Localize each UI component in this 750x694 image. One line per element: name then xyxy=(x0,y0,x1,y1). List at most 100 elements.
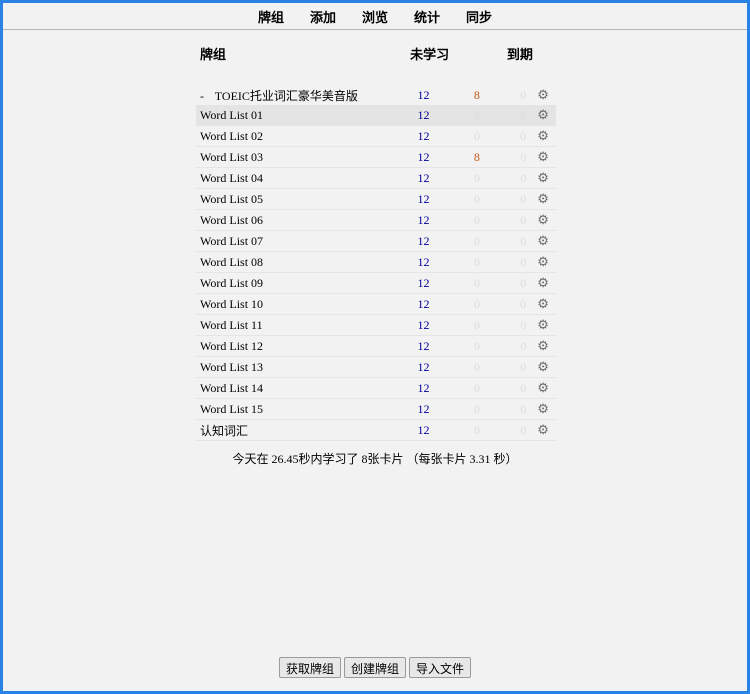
deck-options-button[interactable]: ⚙ xyxy=(530,314,556,336)
gear-icon[interactable]: ⚙ xyxy=(537,422,549,437)
deck-name-cell: Word List 10 xyxy=(196,293,376,315)
deck-name-link[interactable]: Word List 13 xyxy=(200,360,263,374)
deck-row[interactable]: Word List 13 12 0 0 ⚙ xyxy=(196,356,556,378)
deck-name-link[interactable]: Word List 06 xyxy=(200,213,263,227)
deck-options-button[interactable]: ⚙ xyxy=(530,356,556,378)
gear-icon[interactable]: ⚙ xyxy=(537,296,549,311)
deck-row[interactable]: Word List 10 12 0 0 ⚙ xyxy=(196,293,556,315)
gear-icon[interactable]: ⚙ xyxy=(537,128,549,143)
deck-name-link[interactable]: Word List 09 xyxy=(200,276,263,290)
due-count: 0 xyxy=(483,167,531,189)
deck-name-link[interactable]: 认知词汇 xyxy=(200,424,248,438)
deck-options-button[interactable]: ⚙ xyxy=(530,272,556,294)
deck-name-cell: Word List 15 xyxy=(196,398,376,420)
deck-name-link[interactable]: Word List 05 xyxy=(200,192,263,206)
deck-row[interactable]: Word List 04 12 0 0 ⚙ xyxy=(196,167,556,189)
deck-options-button[interactable]: ⚙ xyxy=(530,85,556,105)
deck-row[interactable]: Word List 09 12 0 0 ⚙ xyxy=(196,272,556,294)
deck-options-button[interactable]: ⚙ xyxy=(530,398,556,420)
gear-icon[interactable]: ⚙ xyxy=(537,401,549,416)
learning-count: 0 xyxy=(433,314,484,336)
due-count: 0 xyxy=(483,272,531,294)
deck-options-button[interactable]: ⚙ xyxy=(530,188,556,210)
deck-name-link[interactable]: Word List 01 xyxy=(200,108,263,122)
deck-name-link[interactable]: Word List 04 xyxy=(200,171,263,185)
deck-row[interactable]: Word List 01 12 0 0 ⚙ xyxy=(196,105,556,126)
new-count: 12 xyxy=(375,335,434,357)
learning-count: 8 xyxy=(473,87,480,102)
deck-name-link[interactable]: Word List 07 xyxy=(200,234,263,248)
deck-name-cell: Word List 08 xyxy=(196,251,376,273)
deck-row-parent[interactable]: - TOEIC托业词汇豪华美音版 12 8 0 ⚙ xyxy=(196,85,556,105)
learning-count: 0 xyxy=(433,272,484,294)
gear-icon[interactable]: ⚙ xyxy=(537,170,549,185)
deck-table: 牌组 未学习 到期 - TOEIC托业词汇豪华美音版 12 8 0 ⚙ Word… xyxy=(196,41,556,441)
deck-row[interactable]: 认知词汇 12 0 0 ⚙ xyxy=(196,419,556,441)
deck-row[interactable]: Word List 07 12 0 0 ⚙ xyxy=(196,230,556,252)
deck-options-button[interactable]: ⚙ xyxy=(530,209,556,231)
new-count: 12 xyxy=(375,293,434,315)
deck-options-button[interactable]: ⚙ xyxy=(530,419,556,441)
new-count: 12 xyxy=(375,251,434,273)
deck-options-button[interactable]: ⚙ xyxy=(530,251,556,273)
deck-options-button[interactable]: ⚙ xyxy=(530,293,556,315)
gear-icon[interactable]: ⚙ xyxy=(537,380,549,395)
gear-icon[interactable]: ⚙ xyxy=(537,191,549,206)
deck-name-link[interactable]: Word List 02 xyxy=(200,129,263,143)
due-count: 0 xyxy=(483,335,531,357)
deck-name-link[interactable]: TOEIC托业词汇豪华美音版 xyxy=(215,89,358,103)
gear-icon[interactable]: ⚙ xyxy=(537,359,549,374)
deck-name-link[interactable]: Word List 08 xyxy=(200,255,263,269)
new-count: 12 xyxy=(375,209,434,231)
gear-icon[interactable]: ⚙ xyxy=(537,233,549,248)
deck-options-button[interactable]: ⚙ xyxy=(530,377,556,399)
learning-count: 0 xyxy=(433,167,484,189)
deck-row[interactable]: Word List 15 12 0 0 ⚙ xyxy=(196,398,556,420)
header-new: 未学习 xyxy=(410,46,450,62)
deck-options-button[interactable]: ⚙ xyxy=(530,230,556,252)
deck-row[interactable]: Word List 08 12 0 0 ⚙ xyxy=(196,251,556,273)
import-file-button[interactable]: 导入文件 xyxy=(409,657,472,678)
gear-icon[interactable]: ⚙ xyxy=(537,212,549,227)
gear-icon[interactable]: ⚙ xyxy=(537,87,549,102)
deck-name-link[interactable]: Word List 03 xyxy=(200,150,263,164)
create-deck-button[interactable]: 创建牌组 xyxy=(343,657,406,678)
gear-icon[interactable]: ⚙ xyxy=(537,254,549,269)
gear-icon[interactable]: ⚙ xyxy=(537,149,549,164)
deck-name-link[interactable]: Word List 11 xyxy=(200,318,263,332)
deck-options-button[interactable]: ⚙ xyxy=(530,146,556,168)
deck-row[interactable]: Word List 02 12 0 0 ⚙ xyxy=(196,125,556,147)
deck-table-header: 牌组 未学习 到期 xyxy=(196,41,556,65)
nav-decks[interactable]: 牌组 xyxy=(258,7,284,26)
deck-name-cell: Word List 03 xyxy=(196,146,376,168)
due-count: 0 xyxy=(483,377,531,399)
deck-row[interactable]: Word List 11 12 0 0 ⚙ xyxy=(196,314,556,336)
gear-icon[interactable]: ⚙ xyxy=(537,275,549,290)
deck-row[interactable]: Word List 14 12 0 0 ⚙ xyxy=(196,377,556,399)
deck-name-link[interactable]: Word List 14 xyxy=(200,381,263,395)
deck-options-button[interactable]: ⚙ xyxy=(530,105,556,126)
deck-name-link[interactable]: Word List 10 xyxy=(200,297,263,311)
nav-sync[interactable]: 同步 xyxy=(466,7,492,26)
deck-options-button[interactable]: ⚙ xyxy=(530,125,556,147)
deck-options-button[interactable]: ⚙ xyxy=(530,167,556,189)
top-toolbar: 牌组 添加 浏览 统计 同步 xyxy=(3,3,747,30)
nav-stats[interactable]: 统计 xyxy=(414,7,440,26)
deck-row[interactable]: Word List 06 12 0 0 ⚙ xyxy=(196,209,556,231)
deck-name-link[interactable]: Word List 15 xyxy=(200,402,263,416)
due-count: 0 xyxy=(483,419,531,441)
nav-add[interactable]: 添加 xyxy=(310,7,336,26)
gear-icon[interactable]: ⚙ xyxy=(537,107,549,122)
gear-icon[interactable]: ⚙ xyxy=(537,338,549,353)
gear-icon[interactable]: ⚙ xyxy=(537,317,549,332)
deck-row[interactable]: Word List 12 12 0 0 ⚙ xyxy=(196,335,556,357)
deck-options-button[interactable]: ⚙ xyxy=(530,335,556,357)
deck-row[interactable]: Word List 05 12 0 0 ⚙ xyxy=(196,188,556,210)
nav-browse[interactable]: 浏览 xyxy=(362,7,388,26)
collapse-toggle[interactable]: - xyxy=(200,89,212,104)
due-count: 0 xyxy=(520,87,527,102)
get-shared-button[interactable]: 获取牌组 xyxy=(278,657,341,678)
deck-row[interactable]: Word List 03 12 8 0 ⚙ xyxy=(196,146,556,168)
deck-name-cell: Word List 05 xyxy=(196,188,376,210)
deck-name-link[interactable]: Word List 12 xyxy=(200,339,263,353)
